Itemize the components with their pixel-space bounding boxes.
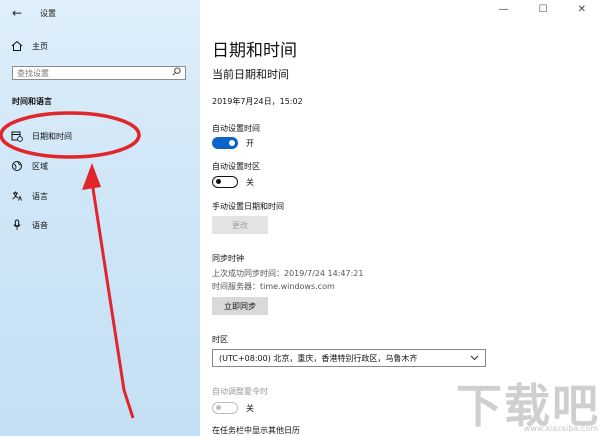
page-title: 日期和时间: [212, 41, 297, 61]
dst-state: 关: [246, 403, 254, 413]
manual-label: 手动设置日期和时间: [212, 202, 284, 211]
sidebar-item-label: 语言: [32, 191, 48, 201]
timezone-heading: 时区: [212, 335, 228, 344]
home-icon: [10, 39, 24, 53]
auto-time-toggle-row: 开: [212, 137, 254, 149]
globe-icon: [10, 159, 24, 173]
sidebar-item-label: 区域: [32, 161, 48, 171]
auto-zone-toggle[interactable]: [212, 176, 238, 188]
nav-home[interactable]: 主页: [10, 38, 48, 54]
chevron-down-icon: [470, 354, 479, 363]
microphone-icon: [10, 218, 24, 232]
sidebar-item-region[interactable]: 区域: [10, 158, 48, 174]
back-arrow-icon[interactable]: ←: [12, 6, 34, 20]
dst-toggle-row: 关: [212, 402, 254, 414]
close-icon[interactable]: ✕: [578, 4, 586, 15]
timezone-select[interactable]: (UTC+08:00) 北京，重庆，香港特别行政区，乌鲁木齐: [212, 349, 486, 367]
auto-zone-label: 自动设置时区: [212, 162, 260, 171]
search-icon[interactable]: [172, 67, 181, 79]
dst-label: 自动调整夏令时: [212, 387, 268, 396]
sidebar-item-label: 日期和时间: [32, 131, 72, 141]
auto-time-toggle[interactable]: [212, 137, 238, 149]
auto-zone-toggle-row: 关: [212, 176, 254, 188]
sidebar: ← 设置 主页 查找设置 时间和语言 日期和时间 区域 语言 语音: [0, 0, 200, 436]
current-heading: 当前日期和时间: [212, 68, 289, 81]
taskbar-calendar-label: 在任务栏中显示其他日历: [212, 426, 300, 435]
minimize-icon[interactable]: —: [499, 4, 509, 15]
window-controls: — ☐ ✕: [499, 4, 586, 15]
auto-zone-state: 关: [246, 177, 254, 187]
sync-now-button[interactable]: 立即同步: [212, 297, 268, 315]
sync-heading: 同步时钟: [212, 254, 244, 263]
dst-toggle[interactable]: [212, 402, 238, 414]
search-input[interactable]: 查找设置: [12, 66, 186, 80]
timezone-value: (UTC+08:00) 北京，重庆，香港特别行政区，乌鲁木齐: [219, 353, 418, 363]
language-icon: [10, 189, 24, 203]
time-server-text: 时间服务器：time.windows.com: [212, 282, 335, 291]
auto-time-state: 开: [246, 138, 254, 148]
sidebar-item-language[interactable]: 语言: [10, 188, 48, 204]
maximize-icon[interactable]: ☐: [539, 4, 548, 15]
search-placeholder: 查找设置: [17, 68, 49, 78]
auto-time-label: 自动设置时间: [212, 124, 260, 133]
sidebar-item-label: 语音: [32, 220, 48, 230]
sidebar-item-date-time[interactable]: 日期和时间: [10, 128, 72, 144]
app-title: 设置: [40, 8, 56, 18]
section-title: 时间和语言: [12, 97, 52, 106]
nav-home-label: 主页: [32, 41, 48, 51]
last-sync-text: 上次成功同步时间：2019/7/24 14:47:21: [212, 269, 364, 278]
change-button[interactable]: 更改: [212, 216, 268, 234]
watermark-url: www.xiazaiba.com: [523, 424, 598, 433]
calendar-clock-icon: [10, 129, 24, 143]
sidebar-item-speech[interactable]: 语音: [10, 217, 48, 233]
current-date-time: 2019年7月24日，15:02: [212, 97, 303, 106]
titlebar: ← 设置: [12, 6, 56, 20]
